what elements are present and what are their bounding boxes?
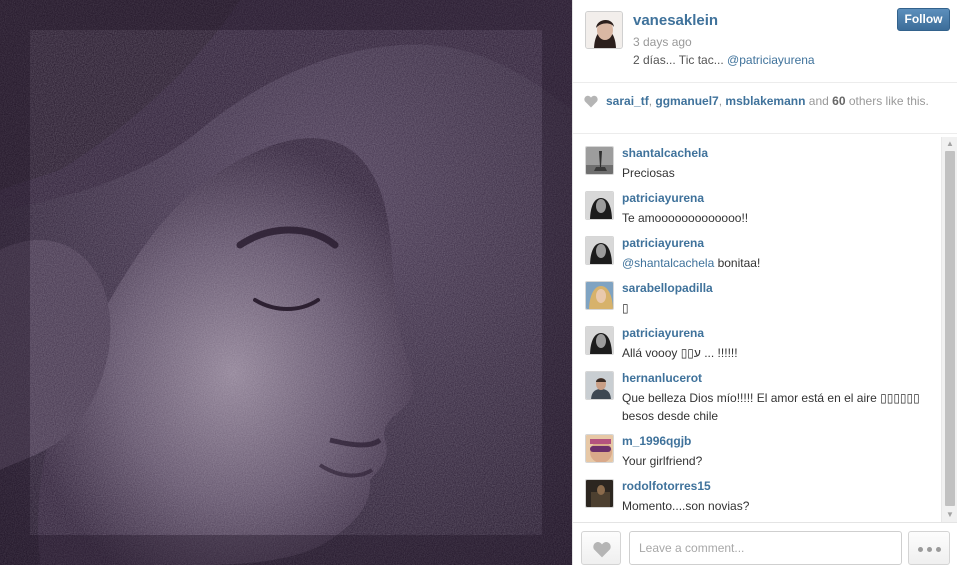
comment-text: Allá voooy ▯▯ע ... !!!!!!	[622, 346, 738, 360]
caption-mention-link[interactable]: @patriciayurena	[727, 53, 815, 67]
more-options-button[interactable]	[908, 531, 950, 565]
comments-scrollbar[interactable]: ▲ ▼	[941, 137, 957, 522]
commenter-avatar[interactable]	[585, 281, 614, 310]
avatar-image	[586, 282, 613, 309]
post-header: vanesaklein 3 days ago 2 días... Tic tac…	[573, 0, 957, 80]
commenter-avatar[interactable]	[585, 434, 614, 463]
liker-link[interactable]: ggmanuel7	[655, 94, 718, 108]
likes-text: sarai_tf, ggmanuel7, msblakemann and 60 …	[606, 94, 936, 109]
avatar-image	[586, 480, 613, 507]
scrollbar-thumb[interactable]	[945, 151, 955, 506]
heart-icon	[593, 542, 611, 558]
avatar-image	[586, 327, 613, 354]
author-avatar[interactable]	[585, 11, 623, 49]
commenter-avatar[interactable]	[585, 236, 614, 265]
commenter-avatar[interactable]	[585, 371, 614, 400]
author-avatar-image	[586, 12, 622, 48]
commenter-username-link[interactable]: patriciayurena	[622, 191, 704, 205]
commenter-avatar[interactable]	[585, 479, 614, 508]
comment-text: ▯	[622, 301, 629, 315]
more-dots-icon	[927, 547, 932, 552]
post-photo[interactable]	[0, 0, 572, 565]
likes-suffix: others like this.	[845, 94, 929, 108]
commenter-username-link[interactable]: hernanlucerot	[622, 371, 702, 385]
post-timestamp: 3 days ago	[633, 35, 692, 49]
commenter-username-link[interactable]: sarabellopadilla	[622, 281, 713, 295]
commenter-username-link[interactable]: patriciayurena	[622, 236, 704, 250]
post-details-panel: vanesaklein 3 days ago 2 días... Tic tac…	[572, 0, 957, 565]
avatar-image	[586, 147, 613, 174]
follow-button[interactable]: Follow	[897, 8, 950, 31]
liker-link[interactable]: msblakemann	[725, 94, 805, 108]
commenter-username-link[interactable]: shantalcachela	[622, 146, 708, 160]
comment-mention-link[interactable]: @shantalcachela	[622, 256, 714, 270]
comment-text: Momento....son novias?	[622, 499, 750, 513]
commenter-username-link[interactable]: patriciayurena	[622, 326, 704, 340]
post-photo-image	[0, 0, 572, 565]
more-dots-icon	[936, 547, 941, 552]
comment-text: Que belleza Dios mío!!!!! El amor está e…	[622, 391, 920, 423]
comment-footer	[573, 522, 957, 565]
scroll-down-arrow-icon[interactable]: ▼	[942, 508, 957, 522]
comment-text-rest: bonitaa!	[714, 256, 761, 270]
caption-text: 2 días... Tic tac...	[633, 53, 728, 67]
likes-and: and	[805, 94, 833, 108]
comments-list: shantalcachela Preciosas patriciayurena …	[573, 137, 941, 522]
more-dots-icon	[918, 547, 923, 552]
heart-icon	[584, 95, 598, 108]
comment-text: Your girlfriend?	[622, 454, 703, 468]
comment-input[interactable]	[629, 531, 902, 565]
comment-text: @shantalcachela bonitaa!	[622, 254, 932, 272]
author-username-link[interactable]: vanesaklein	[633, 12, 718, 29]
avatar-image	[586, 237, 613, 264]
commenter-avatar[interactable]	[585, 326, 614, 355]
avatar-image	[586, 372, 613, 399]
commenter-avatar[interactable]	[585, 191, 614, 220]
liker-link[interactable]: sarai_tf	[606, 94, 649, 108]
comment-text: Preciosas	[622, 166, 675, 180]
likes-summary: sarai_tf, ggmanuel7, msblakemann and 60 …	[573, 82, 957, 134]
commenter-avatar[interactable]	[585, 146, 614, 175]
scroll-up-arrow-icon[interactable]: ▲	[942, 137, 957, 151]
comment-text: Te amooooooooooooo!!	[622, 211, 749, 225]
avatar-image	[586, 435, 613, 462]
commenter-username-link[interactable]: rodolfotorres15	[622, 479, 711, 493]
avatar-image	[586, 192, 613, 219]
like-button[interactable]	[581, 531, 621, 565]
likes-count[interactable]: 60	[832, 94, 845, 108]
post-caption: 2 días... Tic tac... @patriciayurena	[633, 53, 815, 67]
commenter-username-link[interactable]: m_1996qgjb	[622, 434, 691, 448]
